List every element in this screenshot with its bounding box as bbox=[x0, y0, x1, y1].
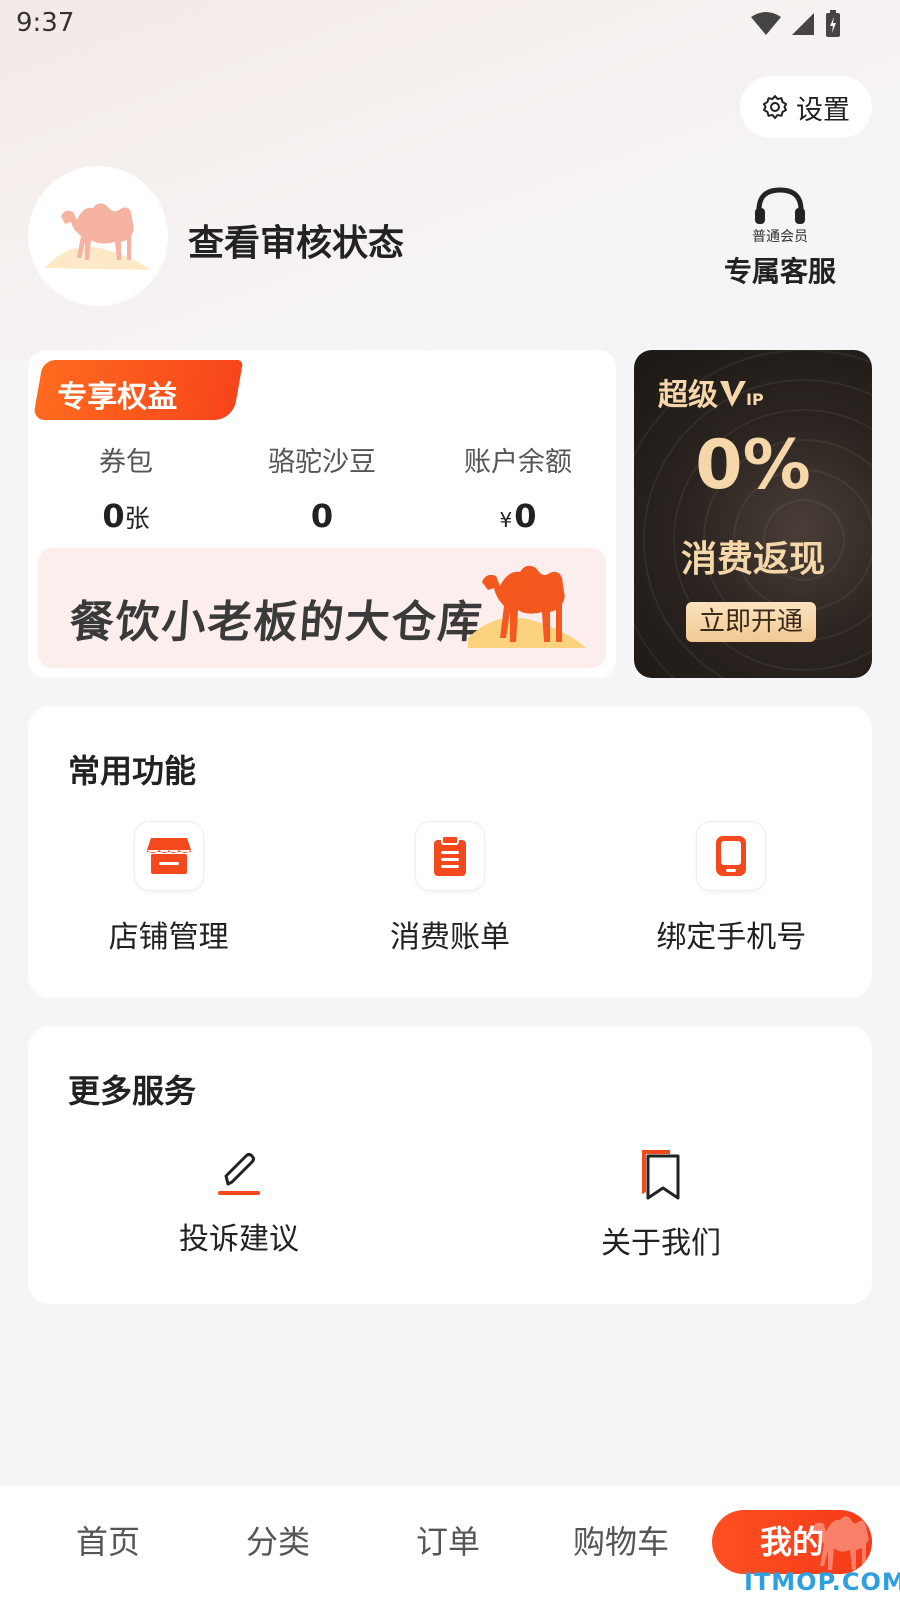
stat-balance[interactable]: 账户余额 ¥0 bbox=[420, 440, 616, 535]
common-functions-panel: 常用功能 店铺管理 消费账单 绑定手机号 bbox=[28, 706, 872, 998]
tab-cart[interactable]: 购物车 bbox=[556, 1510, 686, 1574]
function-label: 绑定手机号 bbox=[656, 920, 807, 955]
tab-mine[interactable]: 我的 bbox=[712, 1510, 872, 1574]
vip-v-icon bbox=[720, 381, 746, 407]
section-title: 常用功能 bbox=[68, 752, 197, 790]
camel-logo-icon bbox=[468, 565, 586, 648]
tab-category[interactable]: 分类 bbox=[218, 1510, 338, 1574]
avatar[interactable] bbox=[28, 166, 168, 306]
vip-description: 消费返现 bbox=[680, 539, 825, 580]
watermark: ITMOP.COM bbox=[744, 1568, 900, 1596]
username[interactable]: 查看审核状态 bbox=[188, 214, 404, 266]
more-services-panel: 更多服务 投诉建议 关于我们 bbox=[28, 1026, 872, 1304]
stat-name: 账户余额 bbox=[464, 447, 572, 478]
store-management-item[interactable]: 店铺管理 bbox=[28, 822, 309, 956]
about-us-item[interactable]: 关于我们 bbox=[450, 1148, 872, 1262]
vip-card[interactable]: 超级 IP 0% 消费返现 立即开通 bbox=[634, 350, 872, 678]
tab-label: 我的 bbox=[759, 1523, 824, 1561]
stat-value: ¥0 bbox=[499, 497, 537, 535]
bookmark-icon bbox=[642, 1150, 680, 1200]
vip-activate-button[interactable]: 立即开通 bbox=[686, 602, 816, 642]
customer-service-label: 专属客服 bbox=[723, 255, 836, 288]
stat-value: 0 bbox=[310, 497, 334, 535]
status-icons bbox=[750, 10, 842, 38]
benefits-card: 专享权益 券包 0张 骆驼沙豆 0 账户余额 ¥0 餐饮小老板的大仓库 bbox=[28, 350, 616, 678]
settings-label: 设置 bbox=[796, 94, 850, 126]
bind-phone-item[interactable]: 绑定手机号 bbox=[591, 822, 872, 956]
battery-icon bbox=[826, 10, 840, 37]
service-label: 关于我们 bbox=[601, 1226, 721, 1261]
settings-button[interactable]: 设置 bbox=[740, 76, 872, 138]
stat-coupons[interactable]: 券包 0张 bbox=[28, 440, 224, 535]
function-list: 店铺管理 消费账单 绑定手机号 bbox=[28, 822, 872, 956]
member-level: 普通会员 bbox=[752, 229, 808, 245]
stat-name: 骆驼沙豆 bbox=[268, 447, 376, 478]
headset-icon bbox=[755, 187, 805, 224]
consumption-bill-item[interactable]: 消费账单 bbox=[309, 822, 590, 956]
stat-beans[interactable]: 骆驼沙豆 0 bbox=[224, 440, 420, 535]
stat-value: 0张 bbox=[102, 497, 150, 535]
tab-orders[interactable]: 订单 bbox=[388, 1510, 508, 1574]
wifi-icon bbox=[751, 12, 781, 35]
pen-icon bbox=[218, 1153, 260, 1195]
banner-text: 餐饮小老板的大仓库 bbox=[67, 597, 486, 648]
benefits-stats: 券包 0张 骆驼沙豆 0 账户余额 ¥0 bbox=[28, 440, 616, 535]
service-label: 投诉建议 bbox=[179, 1222, 299, 1257]
section-title: 更多服务 bbox=[68, 1072, 197, 1110]
tab-home[interactable]: 首页 bbox=[48, 1510, 168, 1574]
status-time: 9:37 bbox=[16, 8, 75, 38]
status-bar: 9:37 bbox=[0, 0, 900, 48]
benefits-tag-label: 专享权益 bbox=[57, 380, 178, 415]
store-icon bbox=[146, 838, 191, 874]
vip-title: 超级 IP bbox=[658, 378, 764, 413]
function-label: 店铺管理 bbox=[108, 920, 229, 955]
camel-logo-icon bbox=[45, 203, 151, 270]
customer-service-button[interactable]: 普通会员 专属客服 bbox=[720, 186, 840, 290]
signal-icon bbox=[792, 13, 814, 35]
function-label: 消费账单 bbox=[389, 920, 510, 955]
service-list: 投诉建议 关于我们 bbox=[28, 1148, 872, 1262]
gear-icon bbox=[763, 95, 787, 119]
clipboard-icon bbox=[433, 835, 466, 876]
feedback-item[interactable]: 投诉建议 bbox=[28, 1148, 450, 1262]
vip-percent: 0% bbox=[695, 426, 811, 505]
promo-banner[interactable]: 餐饮小老板的大仓库 bbox=[38, 548, 606, 668]
phone-icon bbox=[716, 836, 747, 876]
benefits-tag: 专享权益 bbox=[32, 360, 244, 420]
stat-name: 券包 bbox=[99, 447, 153, 478]
